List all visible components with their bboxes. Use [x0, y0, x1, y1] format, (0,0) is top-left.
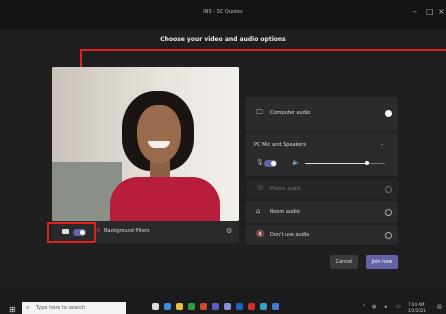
- camera-toggle[interactable]: [73, 229, 86, 236]
- room-audio-label: Room audio: [270, 209, 300, 215]
- no-audio-radio[interactable]: [385, 232, 392, 239]
- speaker-volume-fill: [305, 163, 368, 164]
- search-icon: ⌕: [26, 304, 30, 311]
- edge-icon[interactable]: [164, 303, 171, 310]
- search-placeholder: Type here to search: [36, 305, 86, 311]
- device-label[interactable]: PC Mic and Speakers: [254, 142, 306, 148]
- file-explorer-icon[interactable]: [176, 303, 183, 310]
- phone-icon: ☏: [256, 184, 265, 192]
- computer-audio-option[interactable]: [246, 97, 398, 131]
- clock-date[interactable]: 3/2/2021: [408, 308, 426, 314]
- volume-icon[interactable]: ◂: [384, 304, 387, 310]
- cancel-button[interactable]: Cancel: [330, 255, 358, 269]
- phone-audio-option[interactable]: [246, 179, 398, 199]
- window-title: INS - SC Quotes: [203, 9, 243, 15]
- page-title: Choose your video and audio options: [160, 36, 286, 43]
- no-audio-option[interactable]: [246, 225, 398, 245]
- title-bar: INS - SC Quotes – □ ×: [0, 0, 446, 30]
- room-audio-option[interactable]: [246, 201, 398, 223]
- camera-preview: [52, 67, 239, 221]
- close-button[interactable]: ×: [438, 8, 445, 16]
- mic-toggle[interactable]: [264, 160, 277, 167]
- app-icon[interactable]: [248, 303, 255, 310]
- speaker-off-icon: 🔇: [256, 230, 265, 238]
- phone-audio-radio[interactable]: [385, 186, 392, 193]
- background-filters-label[interactable]: Background filters: [104, 228, 150, 234]
- monitor-speaker-icon: 🖵: [256, 108, 263, 116]
- camera-toggle-highlight-bottom: [47, 241, 95, 243]
- camera-toggle-highlight-left: [47, 222, 49, 242]
- chevron-down-icon[interactable]: ⌄: [380, 141, 384, 148]
- office-icon[interactable]: [200, 303, 207, 310]
- taskbar-search-box[interactable]: ⌕ Type here to search: [22, 302, 126, 314]
- teams-window-icon[interactable]: [224, 303, 231, 310]
- notifications-icon[interactable]: ▤: [437, 304, 442, 310]
- room-audio-icon: ⌂: [256, 207, 261, 215]
- computer-audio-radio[interactable]: [385, 110, 392, 117]
- device-settings-panel: [246, 132, 398, 176]
- camera-toggle-highlight-top: [47, 222, 95, 224]
- battery-icon[interactable]: ▭: [396, 304, 401, 310]
- app-icon-2[interactable]: [260, 303, 267, 310]
- tray-chevron-icon[interactable]: ⌃: [362, 304, 366, 310]
- room-audio-radio[interactable]: [385, 209, 392, 216]
- teams-icon[interactable]: [212, 303, 219, 310]
- camera-icon: [62, 229, 69, 234]
- microphone-icon: 🎙: [256, 159, 264, 166]
- join-now-button[interactable]: Join now: [366, 255, 398, 269]
- device-settings-gear-icon[interactable]: ⚙: [226, 228, 232, 235]
- chrome-icon[interactable]: [188, 303, 195, 310]
- maximize-button[interactable]: □: [426, 8, 434, 16]
- task-view-icon[interactable]: [152, 303, 159, 310]
- no-audio-label: Don't use audio: [270, 232, 310, 238]
- network-icon[interactable]: ◍: [372, 304, 376, 310]
- minimize-button[interactable]: –: [413, 8, 417, 16]
- phone-audio-label: Phone audio: [270, 186, 301, 192]
- app-icon-3[interactable]: [272, 303, 279, 310]
- outlook-icon[interactable]: [236, 303, 243, 310]
- windows-start-icon[interactable]: ⊞: [9, 306, 16, 314]
- blur-off-icon: ✕: [96, 227, 102, 234]
- computer-audio-label: Computer audio: [270, 110, 311, 116]
- annotation-line-top: [80, 49, 446, 51]
- speaker-volume-icon: 🔈: [292, 159, 300, 166]
